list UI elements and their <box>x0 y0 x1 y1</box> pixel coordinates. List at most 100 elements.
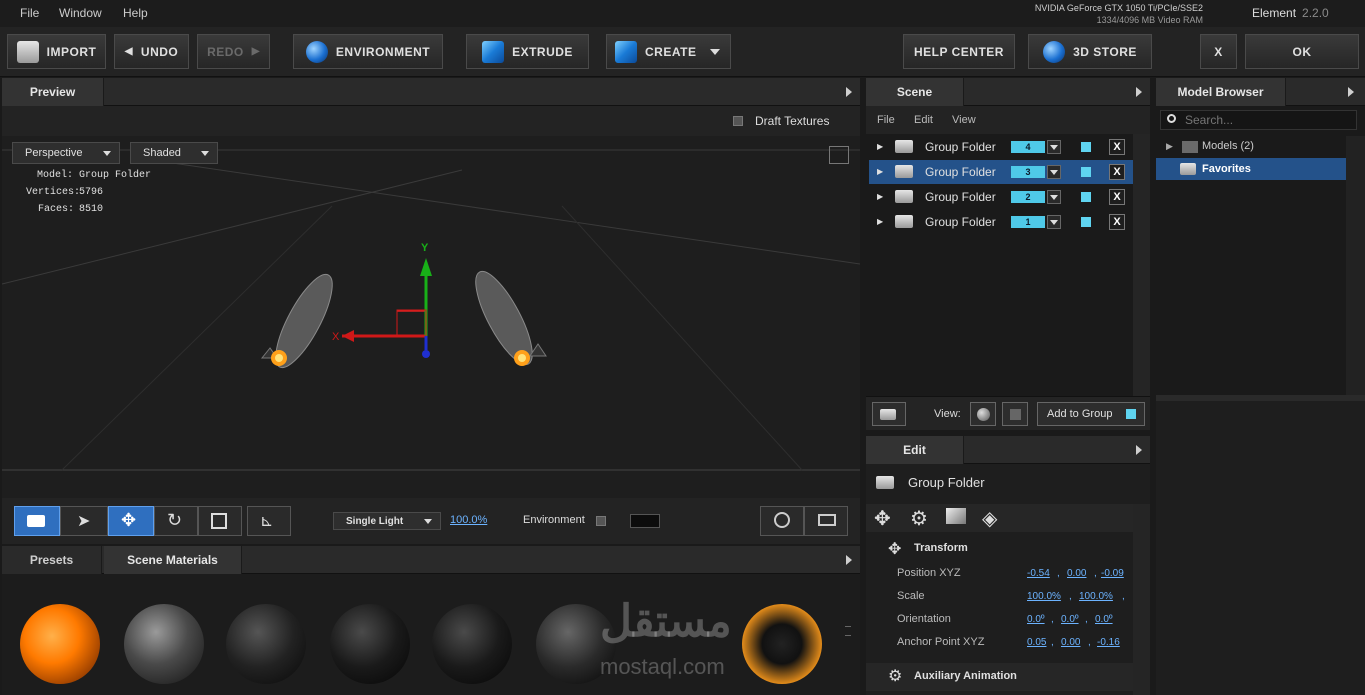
layer-dropdown[interactable] <box>1047 190 1061 204</box>
anchor-y[interactable]: 0.00 <box>1061 637 1080 648</box>
panel-expand-icon[interactable] <box>846 87 852 97</box>
material-dark-1[interactable] <box>226 604 306 684</box>
material-dark-2[interactable] <box>330 604 410 684</box>
scene-row-4[interactable]: ▶ Group Folder 4 X <box>869 135 1133 159</box>
viewport[interactable]: Y X Perspective Shaded Model: Group Fold… <box>2 136 860 498</box>
scale-x[interactable]: 100.0% <box>1027 591 1061 602</box>
camera-tool-button[interactable] <box>14 506 60 536</box>
edit-scrollbar[interactable] <box>1133 504 1150 695</box>
scale-tool-button[interactable] <box>198 506 242 536</box>
tab-model-browser[interactable]: Model Browser <box>1156 78 1286 106</box>
layer-number[interactable]: 1 <box>1011 216 1045 228</box>
aux-section[interactable]: ⚙ Auxiliary Animation <box>866 663 1133 691</box>
orientation-x[interactable]: 0.0º <box>1027 614 1045 625</box>
material-dark-3[interactable] <box>432 604 512 684</box>
target-button[interactable] <box>760 506 804 536</box>
delete-button[interactable]: X <box>1109 214 1125 230</box>
view-cubes-button[interactable] <box>1002 402 1028 426</box>
move-icon[interactable]: ✥ <box>874 506 891 531</box>
visibility-checkbox[interactable] <box>1081 192 1091 202</box>
menu-help[interactable]: Help <box>123 6 148 20</box>
material-gold[interactable] <box>742 604 822 684</box>
tab-presets[interactable]: Presets <box>2 546 102 574</box>
panel-expand-icon[interactable] <box>1136 87 1142 97</box>
environment-color-swatch[interactable] <box>630 514 660 528</box>
panel-expand-icon[interactable] <box>1348 87 1354 97</box>
light-select[interactable]: Single Light <box>333 512 441 530</box>
visibility-checkbox[interactable] <box>1081 142 1091 152</box>
orientation-y[interactable]: 0.0º <box>1061 614 1079 625</box>
add-to-group-checkbox[interactable] <box>1126 409 1136 419</box>
delete-button[interactable]: X <box>1109 164 1125 180</box>
rocket-left[interactable] <box>260 268 343 375</box>
layer-dropdown[interactable] <box>1047 215 1061 229</box>
draft-textures-checkbox[interactable] <box>733 116 743 126</box>
scale-y[interactable]: 100.0% <box>1079 591 1113 602</box>
new-folder-button[interactable] <box>872 402 906 426</box>
menu-file[interactable]: File <box>20 6 39 20</box>
environment-button[interactable]: ENVIRONMENT <box>293 34 443 69</box>
position-y[interactable]: 0.00 <box>1067 568 1086 579</box>
visibility-checkbox[interactable] <box>1081 217 1091 227</box>
ok-button[interactable]: OK <box>1245 34 1359 69</box>
scene-menu-file[interactable]: File <box>877 114 895 126</box>
diamond-icon[interactable]: ◈ <box>982 506 997 531</box>
move-tool-button[interactable]: ✥ <box>108 506 154 536</box>
tab-scene-materials[interactable]: Scene Materials <box>104 546 242 574</box>
scene-menu-view[interactable]: View <box>952 114 976 126</box>
import-button[interactable]: IMPORT <box>7 34 106 69</box>
expand-icon[interactable]: ▶ <box>877 167 883 176</box>
camera-select[interactable]: Perspective <box>12 142 120 164</box>
menu-window[interactable]: Window <box>59 6 102 20</box>
search-box[interactable] <box>1160 110 1357 130</box>
panel-expand-icon[interactable] <box>1136 445 1142 455</box>
scene-scrollbar[interactable] <box>1133 134 1150 396</box>
redo-button[interactable]: REDO ▶ <box>197 34 270 69</box>
position-z[interactable]: -0.09 <box>1101 568 1124 579</box>
gear-icon[interactable]: ⚙ <box>910 506 928 531</box>
expand-icon[interactable]: ▶ <box>877 217 883 226</box>
layer-number[interactable]: 2 <box>1011 191 1045 203</box>
add-to-group-button[interactable]: Add to Group <box>1037 402 1145 426</box>
environment-checkbox[interactable] <box>596 516 606 526</box>
scene-row-2[interactable]: ▶ Group Folder 2 X <box>869 185 1133 209</box>
box-icon[interactable] <box>946 508 966 524</box>
select-tool-button[interactable]: ➤ <box>60 506 108 536</box>
position-x[interactable]: -0.54 <box>1027 568 1050 579</box>
axis-tool-button[interactable]: ⊾ <box>247 506 291 536</box>
tab-preview[interactable]: Preview <box>2 78 104 106</box>
browser-scrollbar[interactable] <box>1346 136 1365 395</box>
favorites-row[interactable]: Favorites <box>1156 158 1346 180</box>
3d-store-button[interactable]: 3D STORE <box>1028 34 1152 69</box>
extrude-button[interactable]: EXTRUDE <box>466 34 589 69</box>
expand-icon[interactable]: ▶ <box>877 142 883 151</box>
material-orange[interactable] <box>20 604 100 684</box>
models-folder[interactable]: Models (2) <box>1202 140 1254 152</box>
delete-button[interactable]: X <box>1109 139 1125 155</box>
view-sphere-button[interactable] <box>970 402 996 426</box>
search-input[interactable] <box>1185 113 1350 127</box>
tab-edit[interactable]: Edit <box>866 436 964 464</box>
undo-button[interactable]: ◀ UNDO <box>114 34 189 69</box>
rotate-tool-button[interactable]: ↻ <box>154 506 198 536</box>
anchor-z[interactable]: -0.16 <box>1097 637 1120 648</box>
screen-button[interactable] <box>804 506 848 536</box>
layer-number[interactable]: 4 <box>1011 141 1045 153</box>
light-percent[interactable]: 100.0% <box>450 514 487 526</box>
create-button[interactable]: CREATE <box>606 34 731 69</box>
layer-dropdown[interactable] <box>1047 140 1061 154</box>
scene-row-3[interactable]: ▶ Group Folder 3 X <box>869 160 1133 184</box>
panel-expand-icon[interactable] <box>846 555 852 565</box>
delete-button[interactable]: X <box>1109 189 1125 205</box>
tab-scene[interactable]: Scene <box>866 78 964 106</box>
layer-dropdown[interactable] <box>1047 165 1061 179</box>
fullscreen-icon[interactable] <box>829 146 849 164</box>
grip-icon[interactable] <box>845 626 851 636</box>
layer-number[interactable]: 3 <box>1011 166 1045 178</box>
transform-label[interactable]: Transform <box>914 542 968 554</box>
expand-icon[interactable]: ▶ <box>1166 141 1173 152</box>
scene-menu-edit[interactable]: Edit <box>914 114 933 126</box>
close-button[interactable]: X <box>1200 34 1237 69</box>
help-center-button[interactable]: HELP CENTER <box>903 34 1015 69</box>
scene-row-1[interactable]: ▶ Group Folder 1 X <box>869 210 1133 234</box>
